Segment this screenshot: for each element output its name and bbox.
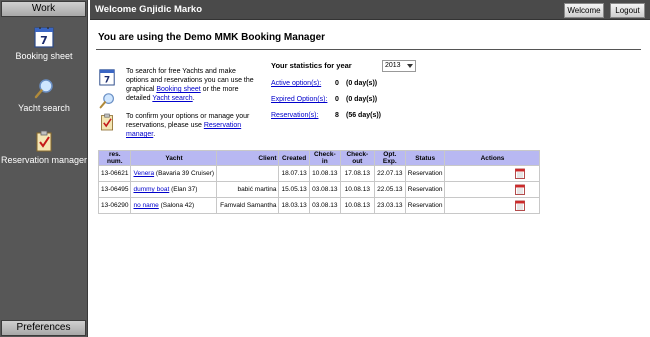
column-header-res-num: res. num. bbox=[97, 150, 132, 166]
sidebar-item-booking-sheet[interactable]: 7 Booking sheet bbox=[0, 26, 88, 61]
check-out-cell: 10.08.13 bbox=[339, 197, 375, 214]
table-row: 13-06290 no name (Salona 42) Famvald Sam… bbox=[97, 197, 541, 214]
sidebar-item-reservation-manager[interactable]: Reservation manager bbox=[0, 130, 88, 165]
stat-count: 8 bbox=[335, 112, 339, 119]
stat-row-expired-options: Expired Option(s): 0 (0 day(s)) bbox=[271, 96, 471, 106]
svg-text:7: 7 bbox=[40, 34, 48, 47]
actions-cell bbox=[444, 165, 541, 182]
title-divider bbox=[96, 49, 641, 50]
yacht-link[interactable]: no name bbox=[133, 202, 158, 209]
status-cell: Reservation bbox=[404, 165, 446, 182]
status-cell: Reservation bbox=[404, 181, 446, 198]
yacht-model: (Bavaria 39 Cruiser) bbox=[155, 170, 215, 177]
stat-days: (0 day(s)) bbox=[346, 96, 378, 103]
res-num-cell: 13-06621 bbox=[97, 165, 132, 182]
table-row: 13-06495 dummy boat (Elan 37) babić mart… bbox=[97, 181, 541, 198]
column-header-yacht: Yacht bbox=[130, 150, 218, 166]
welcome-text: Welcome Gnjidic Marko bbox=[95, 4, 202, 15]
yacht-link[interactable]: dummy boat bbox=[133, 186, 169, 193]
res-num-cell: 13-06495 bbox=[97, 181, 132, 198]
client-cell bbox=[216, 165, 280, 182]
column-header-created: Created bbox=[278, 150, 310, 166]
work-section-header[interactable]: Work bbox=[1, 1, 86, 17]
bookings-table: res. num. Yacht Client Created Check-in … bbox=[97, 150, 541, 214]
calendar-view-icon[interactable] bbox=[515, 200, 526, 211]
yacht-model: (Elan 37) bbox=[171, 186, 198, 193]
column-header-opt-exp: Opt. Exp. bbox=[373, 150, 406, 166]
booking-sheet-link[interactable]: Booking sheet bbox=[156, 86, 200, 93]
yacht-search-link[interactable]: Yacht search bbox=[152, 95, 192, 102]
year-select[interactable]: 2013 bbox=[382, 60, 416, 72]
magnifier-icon bbox=[99, 93, 114, 109]
chevron-down-icon bbox=[407, 64, 413, 68]
statistics-title: Your statistics for year bbox=[271, 61, 352, 70]
magnifier-icon bbox=[34, 79, 53, 99]
actions-cell bbox=[444, 197, 541, 214]
sidebar: Work 7 Booking sheet Yacht search Reserv… bbox=[0, 0, 88, 337]
info-text-part: . bbox=[192, 95, 195, 102]
res-num-cell: 13-06290 bbox=[97, 197, 132, 214]
client-cell: Famvald Samantha bbox=[216, 197, 280, 214]
welcome-button[interactable]: Welcome bbox=[564, 3, 604, 18]
stat-days: (0 day(s)) bbox=[346, 80, 378, 87]
page-title: You are using the Demo MMK Booking Manag… bbox=[98, 32, 326, 43]
yacht-link[interactable]: Venera bbox=[133, 170, 154, 177]
sidebar-item-yacht-search[interactable]: Yacht search bbox=[0, 78, 88, 113]
preferences-section-header[interactable]: Preferences bbox=[1, 320, 86, 336]
check-in-cell: 03.08.13 bbox=[308, 197, 341, 214]
column-header-check-out: Check-out bbox=[339, 150, 375, 166]
stat-row-active-options: Active option(s): 0 (0 day(s)) bbox=[271, 80, 471, 90]
active-options-link[interactable]: Active option(s): bbox=[271, 80, 321, 87]
client-cell: babić martina bbox=[216, 181, 280, 198]
opt-exp-cell: 22.07.13 bbox=[373, 165, 406, 182]
yacht-cell: no name (Salona 42) bbox=[130, 197, 218, 214]
reservations-link[interactable]: Reservation(s): bbox=[271, 112, 318, 119]
created-cell: 18.03.13 bbox=[278, 197, 310, 214]
opt-exp-cell: 23.03.13 bbox=[373, 197, 406, 214]
sidebar-item-label: Yacht search bbox=[18, 103, 70, 113]
table-header-row: res. num. Yacht Client Created Check-in … bbox=[97, 150, 541, 166]
calendar-icon: 7 bbox=[99, 69, 115, 86]
info-text-part: . bbox=[153, 131, 156, 138]
logout-button[interactable]: Logout bbox=[610, 3, 645, 18]
opt-exp-cell: 22.05.13 bbox=[373, 181, 406, 198]
yacht-cell: Venera (Bavaria 39 Cruiser) bbox=[130, 165, 218, 182]
clipboard-check-icon bbox=[36, 130, 52, 152]
column-header-client: Client bbox=[216, 150, 280, 166]
stat-count: 0 bbox=[335, 96, 339, 103]
actions-cell bbox=[444, 181, 541, 198]
reservation-info-text: To confirm your options or manage your r… bbox=[126, 112, 260, 139]
stat-days: (56 day(s)) bbox=[346, 112, 382, 119]
status-cell: Reservation bbox=[404, 197, 446, 214]
column-header-status: Status bbox=[404, 150, 446, 166]
sidebar-item-label: Booking sheet bbox=[15, 51, 73, 61]
expired-options-link[interactable]: Expired Option(s): bbox=[271, 96, 327, 103]
created-cell: 18.07.13 bbox=[278, 165, 310, 182]
check-out-cell: 17.08.13 bbox=[339, 165, 375, 182]
sidebar-item-label: Reservation manager bbox=[0, 155, 88, 165]
svg-text:7: 7 bbox=[104, 76, 110, 86]
calendar-view-icon[interactable] bbox=[515, 168, 526, 179]
clipboard-check-icon bbox=[101, 113, 113, 131]
column-header-check-in: Check-in bbox=[308, 150, 341, 166]
top-bar: Welcome Gnjidic Marko Welcome Logout bbox=[90, 0, 650, 20]
check-out-cell: 10.08.13 bbox=[339, 181, 375, 198]
check-in-cell: 03.08.13 bbox=[308, 181, 341, 198]
booking-info-text: To search for free Yachts and make optio… bbox=[126, 67, 260, 103]
stat-count: 0 bbox=[335, 80, 339, 87]
calendar-icon: 7 bbox=[34, 27, 54, 48]
calendar-view-icon[interactable] bbox=[515, 184, 526, 195]
column-header-actions: Actions bbox=[444, 150, 541, 166]
table-row: 13-06621 Venera (Bavaria 39 Cruiser) 18.… bbox=[97, 165, 541, 182]
yacht-cell: dummy boat (Elan 37) bbox=[130, 181, 218, 198]
stat-row-reservations: Reservation(s): 8 (56 day(s)) bbox=[271, 112, 471, 122]
check-in-cell: 10.08.13 bbox=[308, 165, 341, 182]
year-select-value: 2013 bbox=[385, 62, 401, 69]
yacht-model: (Salona 42) bbox=[160, 202, 195, 209]
created-cell: 15.05.13 bbox=[278, 181, 310, 198]
